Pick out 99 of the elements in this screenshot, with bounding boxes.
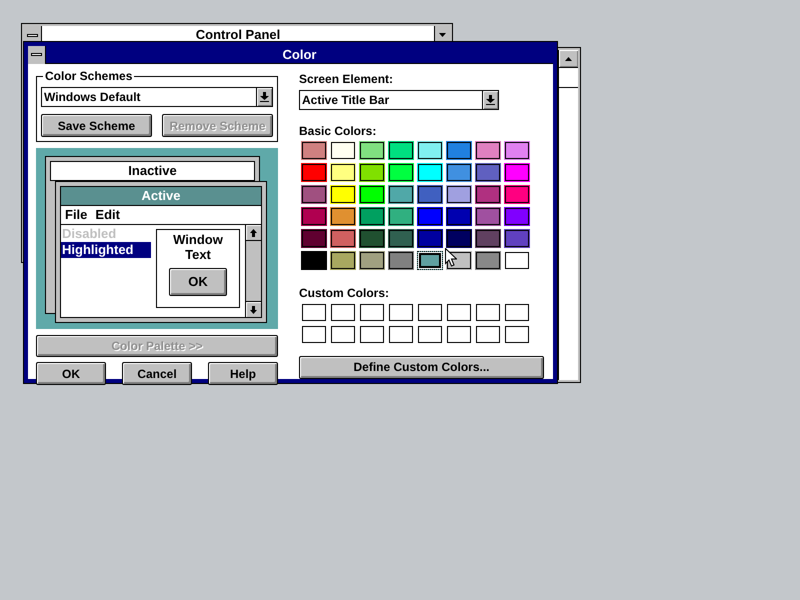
active-title: Active: [141, 187, 181, 206]
color-swatch[interactable]: [388, 207, 414, 226]
color-swatch[interactable]: [301, 163, 327, 182]
window-title: Control Panel: [194, 26, 282, 44]
scrollbar[interactable]: [245, 225, 261, 317]
color-swatch[interactable]: [417, 229, 443, 248]
down-arrow-icon: [486, 95, 495, 105]
color-swatch[interactable]: [446, 229, 472, 248]
inactive-title: Inactive: [128, 162, 177, 180]
color-swatch[interactable]: [417, 251, 443, 270]
color-swatch[interactable]: [475, 207, 501, 226]
color-swatch[interactable]: [388, 229, 414, 248]
custom-color-swatch[interactable]: [389, 304, 413, 321]
down-arrow-icon: [260, 92, 269, 102]
scrollbar[interactable]: [558, 50, 578, 380]
color-swatch[interactable]: [330, 207, 356, 226]
list-item[interactable]: Highlighted: [61, 242, 151, 258]
color-swatch[interactable]: [446, 141, 472, 160]
color-swatch[interactable]: [504, 185, 530, 204]
custom-color-swatch[interactable]: [331, 304, 355, 321]
custom-color-swatch[interactable]: [447, 326, 471, 343]
menu-item[interactable]: File: [65, 205, 88, 225]
down-arrow-icon: [250, 306, 257, 314]
menu-item[interactable]: Edit: [95, 205, 120, 225]
custom-color-swatch[interactable]: [360, 326, 384, 343]
color-swatch[interactable]: [417, 185, 443, 204]
color-swatch[interactable]: [388, 141, 414, 160]
custom-color-swatch[interactable]: [476, 304, 500, 321]
color-swatch[interactable]: [330, 141, 356, 160]
color-swatch[interactable]: [504, 141, 530, 160]
color-swatch[interactable]: [446, 207, 472, 226]
color-swatch[interactable]: [301, 141, 327, 160]
color-swatch[interactable]: [475, 185, 501, 204]
custom-color-swatch[interactable]: [360, 304, 384, 321]
color-swatch[interactable]: [359, 185, 385, 204]
dropdown-button[interactable]: [482, 91, 498, 109]
color-swatch[interactable]: [504, 229, 530, 248]
color-swatch[interactable]: [417, 207, 443, 226]
color-swatch[interactable]: [475, 251, 501, 270]
scroll-up-button[interactable]: [559, 50, 578, 68]
save-scheme-button[interactable]: Save Scheme: [41, 114, 152, 137]
color-swatch[interactable]: [388, 185, 414, 204]
screen-element-dropdown[interactable]: Active Title Bar: [299, 90, 499, 110]
dialog-button[interactable]: Cancel: [122, 362, 192, 385]
window-text: Window Text: [172, 232, 224, 262]
color-swatch[interactable]: [359, 229, 385, 248]
color-swatch[interactable]: [330, 251, 356, 270]
custom-color-swatch[interactable]: [331, 326, 355, 343]
custom-color-swatch[interactable]: [418, 304, 442, 321]
color-swatch[interactable]: [359, 207, 385, 226]
custom-color-swatch[interactable]: [505, 326, 529, 343]
basic-colors-label: Basic Colors:: [299, 123, 378, 139]
custom-colors-label: Custom Colors:: [299, 285, 390, 301]
mouse-cursor-icon: [445, 248, 457, 267]
color-swatch[interactable]: [475, 163, 501, 182]
color-swatch[interactable]: [446, 163, 472, 182]
color-swatch[interactable]: [446, 185, 472, 204]
color-swatch[interactable]: [359, 163, 385, 182]
minus-icon: [31, 53, 42, 56]
color-swatch[interactable]: [417, 141, 443, 160]
color-swatch[interactable]: [301, 251, 327, 270]
custom-color-swatch[interactable]: [302, 326, 326, 343]
color-swatch[interactable]: [504, 207, 530, 226]
dialog-title: Color: [282, 46, 318, 64]
up-triangle-icon: [565, 56, 572, 60]
color-swatch[interactable]: [330, 185, 356, 204]
color-swatch[interactable]: [475, 141, 501, 160]
color-swatch[interactable]: [301, 229, 327, 248]
color-swatch[interactable]: [388, 163, 414, 182]
scroll-down-button[interactable]: [246, 301, 261, 317]
color-swatch[interactable]: [330, 229, 356, 248]
screen-element-label: Screen Element:: [299, 71, 394, 87]
color-swatch[interactable]: [504, 251, 530, 270]
custom-color-swatch[interactable]: [447, 304, 471, 321]
custom-color-swatch[interactable]: [389, 326, 413, 343]
minus-icon: [27, 34, 38, 36]
ok-button[interactable]: OK: [169, 268, 227, 296]
color-swatch[interactable]: [359, 141, 385, 160]
up-arrow-icon: [250, 228, 257, 236]
define-custom-colors-button[interactable]: Define Custom Colors...: [299, 356, 544, 378]
color-swatch[interactable]: [301, 207, 327, 226]
scroll-up-button[interactable]: [246, 225, 261, 241]
color-swatch[interactable]: [330, 163, 356, 182]
dialog-button[interactable]: Help: [208, 362, 278, 385]
color-swatch[interactable]: [359, 251, 385, 270]
color-swatch[interactable]: [301, 185, 327, 204]
dialog-button[interactable]: OK: [36, 362, 106, 385]
dropdown-button[interactable]: [256, 88, 272, 106]
custom-color-swatch[interactable]: [476, 326, 500, 343]
custom-color-swatch[interactable]: [418, 326, 442, 343]
color-swatch[interactable]: [475, 229, 501, 248]
scheme-dropdown[interactable]: Windows Default: [41, 87, 273, 107]
custom-color-swatch[interactable]: [302, 304, 326, 321]
custom-color-swatch[interactable]: [505, 304, 529, 321]
down-triangle-icon: [439, 33, 446, 37]
color-swatch[interactable]: [504, 163, 530, 182]
color-swatch[interactable]: [388, 251, 414, 270]
color-swatch[interactable]: [417, 163, 443, 182]
system-menu-button[interactable]: [28, 46, 46, 64]
